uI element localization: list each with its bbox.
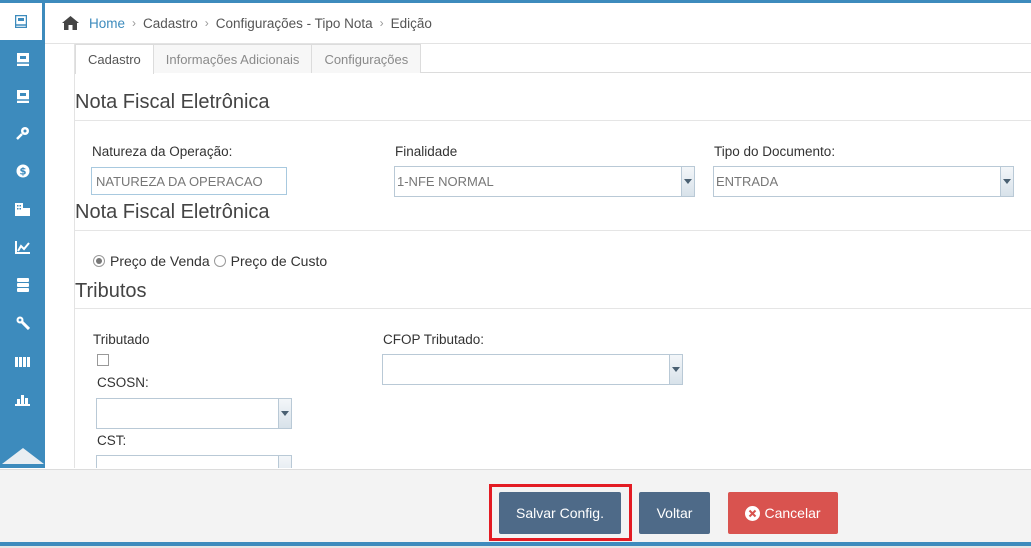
sidebar-item-9[interactable] — [0, 305, 45, 341]
tab-cadastro[interactable]: Cadastro — [75, 44, 154, 74]
sidebar-item-3[interactable] — [0, 78, 45, 114]
cst-select[interactable] — [96, 455, 292, 468]
library-icon — [15, 356, 30, 367]
chevron-down-icon[interactable] — [1000, 167, 1013, 196]
key-icon — [15, 127, 29, 140]
tab-bar: Cadastro Informações Adicionais Configur… — [75, 44, 1031, 74]
radio-preco-custo[interactable] — [213, 255, 226, 267]
chevron-down-icon[interactable] — [278, 456, 291, 468]
chart-line-icon — [15, 240, 30, 254]
footer-actions: Salvar Config. Voltar Cancelar — [0, 469, 1031, 542]
cfop-select[interactable] — [382, 354, 683, 385]
breadcrumb-home[interactable]: Home — [89, 16, 125, 31]
breadcrumb-item[interactable]: Cadastro — [143, 16, 198, 31]
home-icon[interactable] — [62, 16, 79, 30]
main-content: Cadastro Informações Adicionais Configur… — [45, 44, 1031, 468]
breadcrumb-item-current: Edição — [390, 15, 432, 31]
cfop-label: CFOP Tributado: — [383, 332, 485, 347]
tab-informacoes-adicionais[interactable]: Informações Adicionais — [152, 44, 313, 73]
csosn-label: CSOSN: — [97, 375, 149, 390]
sidebar-item-4[interactable] — [0, 115, 45, 151]
section-divider — [75, 308, 1031, 309]
chevron-down-icon[interactable] — [681, 167, 694, 196]
breadcrumb-separator: › — [379, 16, 384, 30]
sidebar-item-8[interactable] — [0, 267, 45, 303]
section-title-nfe-2: Nota Fiscal Eletrônica — [75, 201, 270, 223]
price-radio-group: Preço de Venda Preço de Custo — [93, 253, 331, 269]
tipo-documento-label: Tipo do Documento: — [714, 144, 836, 159]
tipo-documento-value: ENTRADA — [716, 174, 779, 189]
radio-preco-venda-label[interactable]: Preço de Venda — [110, 253, 210, 269]
breadcrumb: Home › Cadastro › Configurações - Tipo N… — [45, 3, 1031, 44]
cst-label: CST: — [97, 433, 127, 448]
sidebar-item-2[interactable] — [0, 41, 45, 77]
svg-text:$: $ — [19, 167, 26, 178]
cancel-button[interactable]: Cancelar — [728, 492, 838, 534]
server-icon — [16, 278, 29, 292]
radio-preco-custo-label[interactable]: Preço de Custo — [231, 253, 328, 269]
save-config-button[interactable]: Salvar Config. — [499, 492, 621, 534]
section-title-tributos: Tributos — [75, 280, 147, 302]
back-button[interactable]: Voltar — [639, 492, 710, 534]
natureza-input[interactable]: NATUREZA DA OPERACAO — [91, 167, 287, 195]
breadcrumb-item[interactable]: Configurações - Tipo Nota — [216, 16, 373, 31]
close-circle-icon — [745, 505, 761, 521]
coin-icon: $ — [16, 164, 29, 178]
book-icon — [16, 89, 29, 103]
section-title-nfe: Nota Fiscal Eletrônica — [75, 91, 270, 113]
finalidade-value: 1-NFE NORMAL — [397, 174, 494, 189]
sidebar-item-active[interactable] — [0, 3, 45, 40]
section-divider — [75, 230, 1031, 231]
wrench-icon — [16, 316, 30, 330]
book-icon — [15, 15, 27, 28]
sidebar-item-11[interactable] — [0, 381, 45, 417]
tributado-label: Tributado — [93, 332, 150, 347]
sidebar-item-10[interactable] — [0, 343, 45, 379]
breadcrumb-separator: › — [132, 16, 137, 30]
tributado-checkbox[interactable] — [97, 354, 109, 366]
sidebar: $ — [0, 3, 45, 468]
cancel-button-label: Cancelar — [764, 505, 821, 521]
book-icon — [16, 52, 29, 66]
chevron-down-icon[interactable] — [278, 399, 291, 428]
sidebar-item-7[interactable] — [0, 229, 45, 265]
finalidade-label: Finalidade — [395, 144, 458, 159]
building-icon — [15, 202, 30, 216]
finalidade-select[interactable]: 1-NFE NORMAL — [394, 166, 695, 197]
sidebar-item-5[interactable]: $ — [0, 153, 45, 189]
breadcrumb-separator: › — [204, 16, 209, 30]
natureza-label: Natureza da Operação: — [92, 144, 233, 159]
chevron-down-icon[interactable] — [669, 355, 682, 384]
sidebar-item-6[interactable] — [0, 191, 45, 227]
tab-configuracoes[interactable]: Configurações — [311, 44, 422, 73]
tipo-documento-select[interactable]: ENTRADA — [713, 166, 1014, 197]
radio-preco-venda[interactable] — [93, 255, 105, 267]
bar-chart-icon — [15, 394, 30, 406]
csosn-select[interactable] — [96, 398, 292, 429]
sidebar-collapse-arrow[interactable] — [2, 448, 44, 464]
section-divider — [75, 120, 1031, 121]
